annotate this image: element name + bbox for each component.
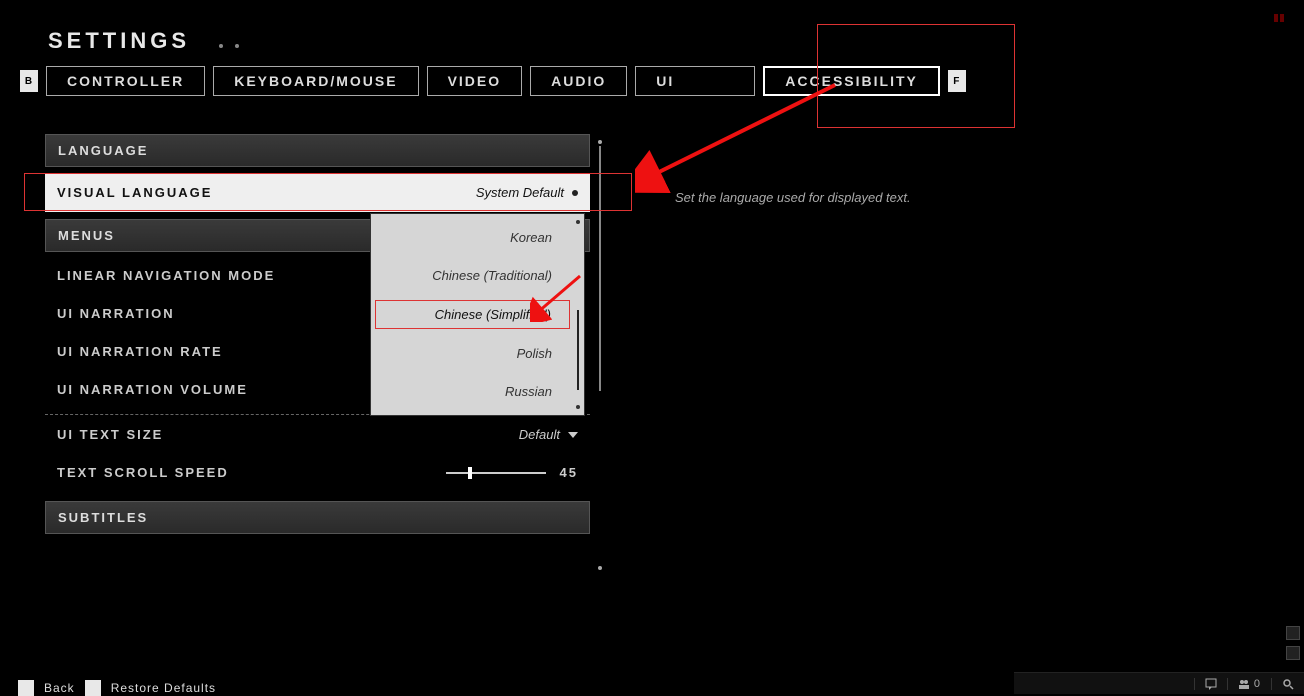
tab-label: CONTROLLER	[67, 73, 184, 89]
section-header-subtitles: SUBTITLES	[45, 501, 590, 534]
dropdown-item-chinese-traditional[interactable]: Chinese (Traditional)	[375, 262, 570, 289]
slider-value: 45	[560, 465, 578, 480]
chevron-down-icon	[568, 432, 578, 438]
row-value: System Default	[476, 185, 578, 200]
back-hint: Back	[44, 681, 75, 695]
help-text: Set the language used for displayed text…	[675, 190, 911, 205]
side-dock	[1286, 626, 1300, 660]
row-label: UI NARRATION	[57, 306, 175, 321]
title-decoration	[213, 35, 245, 53]
bumper-right-icon[interactable]: F	[948, 70, 966, 92]
row-label: LINEAR NAVIGATION MODE	[57, 268, 275, 283]
dropdown-scrollbar[interactable]	[576, 220, 580, 409]
tab-label: VIDEO	[448, 73, 502, 89]
status-count: 0	[1254, 678, 1261, 690]
tab-label: UI	[656, 73, 674, 89]
window-indicator	[1274, 14, 1288, 22]
scrollbar-top-icon	[576, 220, 580, 224]
side-dock-icon[interactable]	[1286, 646, 1300, 660]
page-title: SETTINGS	[48, 28, 190, 54]
section-header-language: LANGUAGE	[45, 134, 590, 167]
scrollbar-thumb[interactable]	[599, 146, 601, 391]
users-icon	[1238, 678, 1250, 690]
search-icon	[1282, 678, 1294, 690]
status-bar: 0	[1014, 672, 1304, 694]
settings-header: SETTINGS	[48, 28, 245, 54]
language-dropdown[interactable]: Korean Chinese (Traditional) Chinese (Si…	[370, 213, 585, 416]
slider-wrap: 45	[446, 465, 578, 480]
row-label: UI NARRATION RATE	[57, 344, 223, 359]
side-dock-icon[interactable]	[1286, 626, 1300, 640]
row-value: Default	[519, 427, 578, 442]
row-label: UI NARRATION VOLUME	[57, 382, 248, 397]
row-value-text: Default	[519, 427, 560, 442]
row-label: TEXT SCROLL SPEED	[57, 465, 229, 480]
dot-icon	[572, 190, 578, 196]
scrollbar-top-icon	[598, 140, 602, 144]
status-search[interactable]	[1271, 678, 1304, 690]
restore-hint: Restore Defaults	[111, 681, 216, 695]
tab-label: ACCESSIBILITY	[785, 73, 918, 89]
slider-knob[interactable]	[468, 467, 472, 479]
tab-video[interactable]: VIDEO	[427, 66, 523, 96]
row-ui-text-size[interactable]: UI TEXT SIZE Default	[45, 417, 590, 453]
tab-accessibility[interactable]: ACCESSIBILITY	[763, 66, 940, 96]
scrollbar-thumb[interactable]	[577, 310, 579, 390]
tab-label: AUDIO	[551, 73, 606, 89]
text-scroll-slider[interactable]	[446, 472, 546, 474]
row-label: VISUAL LANGUAGE	[57, 185, 212, 200]
status-chat-icon[interactable]	[1194, 678, 1227, 690]
dropdown-item-chinese-simplified[interactable]: Chinese (Simplified)	[375, 300, 570, 329]
tab-label: KEYBOARD/MOUSE	[234, 73, 397, 89]
bumper-left-icon[interactable]: B	[20, 70, 38, 92]
scrollbar-bottom-icon	[598, 566, 602, 570]
dropdown-item-polish[interactable]: Polish	[375, 340, 570, 367]
row-visual-language[interactable]: VISUAL LANGUAGE System Default	[45, 173, 590, 213]
list-scrollbar[interactable]	[598, 140, 602, 570]
row-label: UI TEXT SIZE	[57, 427, 163, 442]
tab-ui[interactable]: UI	[635, 66, 755, 96]
row-value-text: System Default	[476, 185, 564, 200]
tab-bar: B CONTROLLER KEYBOARD/MOUSE VIDEO AUDIO …	[20, 66, 966, 96]
tab-audio[interactable]: AUDIO	[530, 66, 627, 96]
scrollbar-bottom-icon	[576, 405, 580, 409]
tab-controller[interactable]: CONTROLLER	[46, 66, 205, 96]
dropdown-item-korean[interactable]: Korean	[375, 224, 570, 251]
status-users[interactable]: 0	[1227, 678, 1271, 690]
tab-keyboard-mouse[interactable]: KEYBOARD/MOUSE	[213, 66, 418, 96]
dropdown-item-russian[interactable]: Russian	[375, 378, 570, 405]
chat-icon	[1205, 678, 1217, 690]
row-text-scroll-speed[interactable]: TEXT SCROLL SPEED 45	[45, 455, 590, 491]
